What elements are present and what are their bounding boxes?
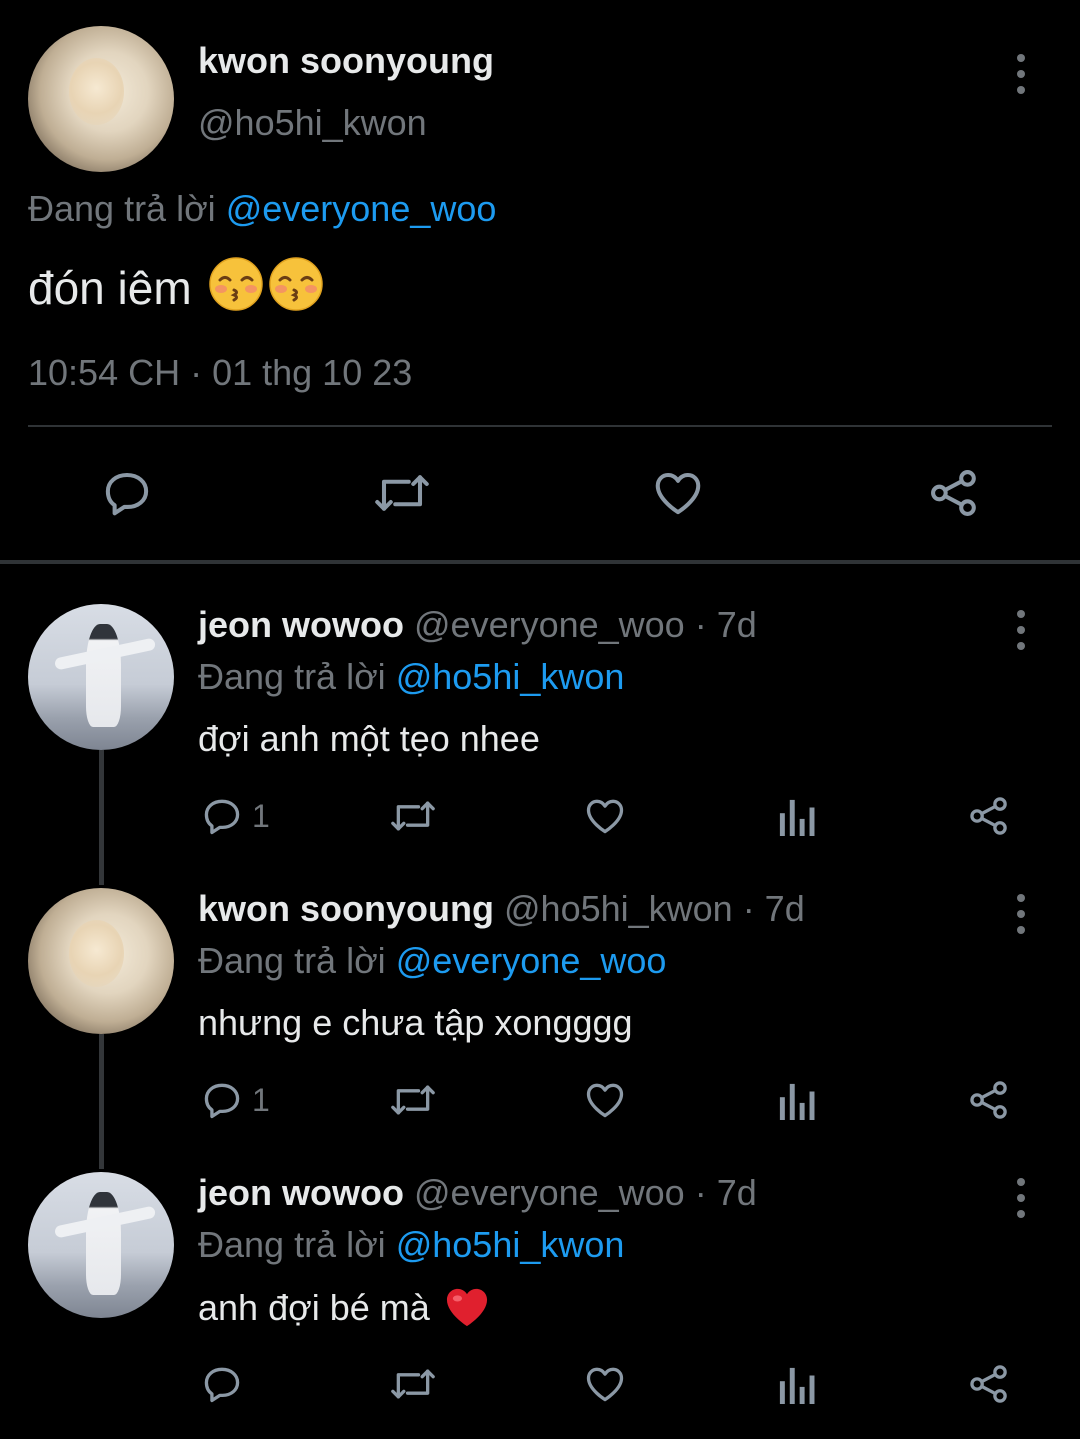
avatar[interactable] xyxy=(28,604,174,750)
kissing-face-emoji-icon xyxy=(208,256,264,323)
avatar[interactable] xyxy=(28,26,174,172)
tweet-timestamp[interactable]: 10:54 CH · 01 thg 10 23 xyxy=(28,352,412,394)
share-icon[interactable] xyxy=(926,466,982,520)
author-name[interactable]: kwon soonyoung xyxy=(198,40,494,82)
author-name[interactable]: jeon wowoo xyxy=(198,604,404,645)
replying-label: Đang trả lời xyxy=(198,1224,386,1265)
analytics-icon[interactable] xyxy=(778,796,816,838)
reply-header: jeon wowoo @everyone_woo · 7d xyxy=(198,1172,757,1214)
share-icon[interactable] xyxy=(966,1078,1012,1122)
author-handle-time: @ho5hi_kwon · 7d xyxy=(504,888,805,929)
reply-count: 1 xyxy=(252,798,270,834)
replying-label: Đang trả lời xyxy=(28,188,216,229)
author-handle[interactable]: @ho5hi_kwon xyxy=(198,102,427,144)
tweet-text: đón iêm xyxy=(28,256,324,323)
retweet-icon[interactable] xyxy=(372,466,432,520)
share-icon[interactable] xyxy=(966,1362,1012,1406)
like-icon[interactable] xyxy=(650,466,706,520)
avatar[interactable] xyxy=(28,888,174,1034)
retweet-icon[interactable] xyxy=(388,1078,438,1122)
reply-tweet[interactable]: jeon wowoo @everyone_woo · 7d Đang trả l… xyxy=(0,604,1080,874)
replying-to-mention[interactable]: @ho5hi_kwon xyxy=(396,1224,625,1265)
replying-to: Đang trả lời @everyone_woo xyxy=(28,188,496,230)
like-icon[interactable] xyxy=(582,1362,628,1406)
replying-to: Đang trả lời @ho5hi_kwon xyxy=(198,1224,624,1266)
replying-to-mention[interactable]: @everyone_woo xyxy=(226,188,497,229)
reply-header: kwon soonyoung @ho5hi_kwon · 7d xyxy=(198,888,805,930)
tweet-text: đợi anh một tẹo nhee xyxy=(198,718,540,759)
author-handle-time: @everyone_woo · 7d xyxy=(414,1172,757,1213)
reply-icon[interactable] xyxy=(200,1078,244,1122)
reply-icon[interactable] xyxy=(100,466,154,520)
tweet-text: anh đợi bé mà xyxy=(198,1286,490,1337)
divider xyxy=(28,425,1052,427)
replying-to-mention[interactable]: @ho5hi_kwon xyxy=(396,656,625,697)
retweet-icon[interactable] xyxy=(388,1362,438,1406)
more-options-icon[interactable] xyxy=(1015,610,1027,650)
reply-header: jeon wowoo @everyone_woo · 7d xyxy=(198,604,757,646)
author-name[interactable]: kwon soonyoung xyxy=(198,888,494,929)
like-icon[interactable] xyxy=(582,1078,628,1122)
reply-tweet[interactable]: jeon wowoo @everyone_woo · 7d Đang trả l… xyxy=(0,1172,1080,1439)
author-handle-time: @everyone_woo · 7d xyxy=(414,604,757,645)
tweet-text-content: anh đợi bé mà xyxy=(198,1287,430,1328)
replying-to: Đang trả lời @ho5hi_kwon xyxy=(198,656,624,698)
replying-label: Đang trả lời xyxy=(198,656,386,697)
reply-count: 1 xyxy=(252,1082,270,1118)
reply-tweet[interactable]: kwon soonyoung @ho5hi_kwon · 7d Đang trả… xyxy=(0,888,1080,1158)
replying-to-mention[interactable]: @everyone_woo xyxy=(396,940,667,981)
replying-to: Đang trả lời @everyone_woo xyxy=(198,940,666,982)
share-icon[interactable] xyxy=(966,794,1012,838)
more-options-icon[interactable] xyxy=(1015,894,1027,934)
retweet-icon[interactable] xyxy=(388,794,438,838)
red-heart-emoji-icon xyxy=(444,1286,490,1337)
avatar[interactable] xyxy=(28,1172,174,1318)
replying-label: Đang trả lời xyxy=(198,940,386,981)
more-options-icon[interactable] xyxy=(1015,1178,1027,1218)
reply-icon[interactable] xyxy=(200,794,244,838)
more-options-icon[interactable] xyxy=(1015,54,1027,94)
like-icon[interactable] xyxy=(582,794,628,838)
tweet-text: nhưng e chưa tập xongggg xyxy=(198,1002,633,1043)
reply-icon[interactable] xyxy=(200,1362,244,1406)
analytics-icon[interactable] xyxy=(778,1364,816,1406)
analytics-icon[interactable] xyxy=(778,1080,816,1122)
kissing-face-emoji-icon xyxy=(268,256,324,323)
main-tweet: kwon soonyoung @ho5hi_kwon Đang trả lời … xyxy=(0,0,1080,560)
tweet-text-content: đón iêm xyxy=(28,262,192,314)
author-name[interactable]: jeon wowoo xyxy=(198,1172,404,1213)
section-divider xyxy=(0,560,1080,564)
